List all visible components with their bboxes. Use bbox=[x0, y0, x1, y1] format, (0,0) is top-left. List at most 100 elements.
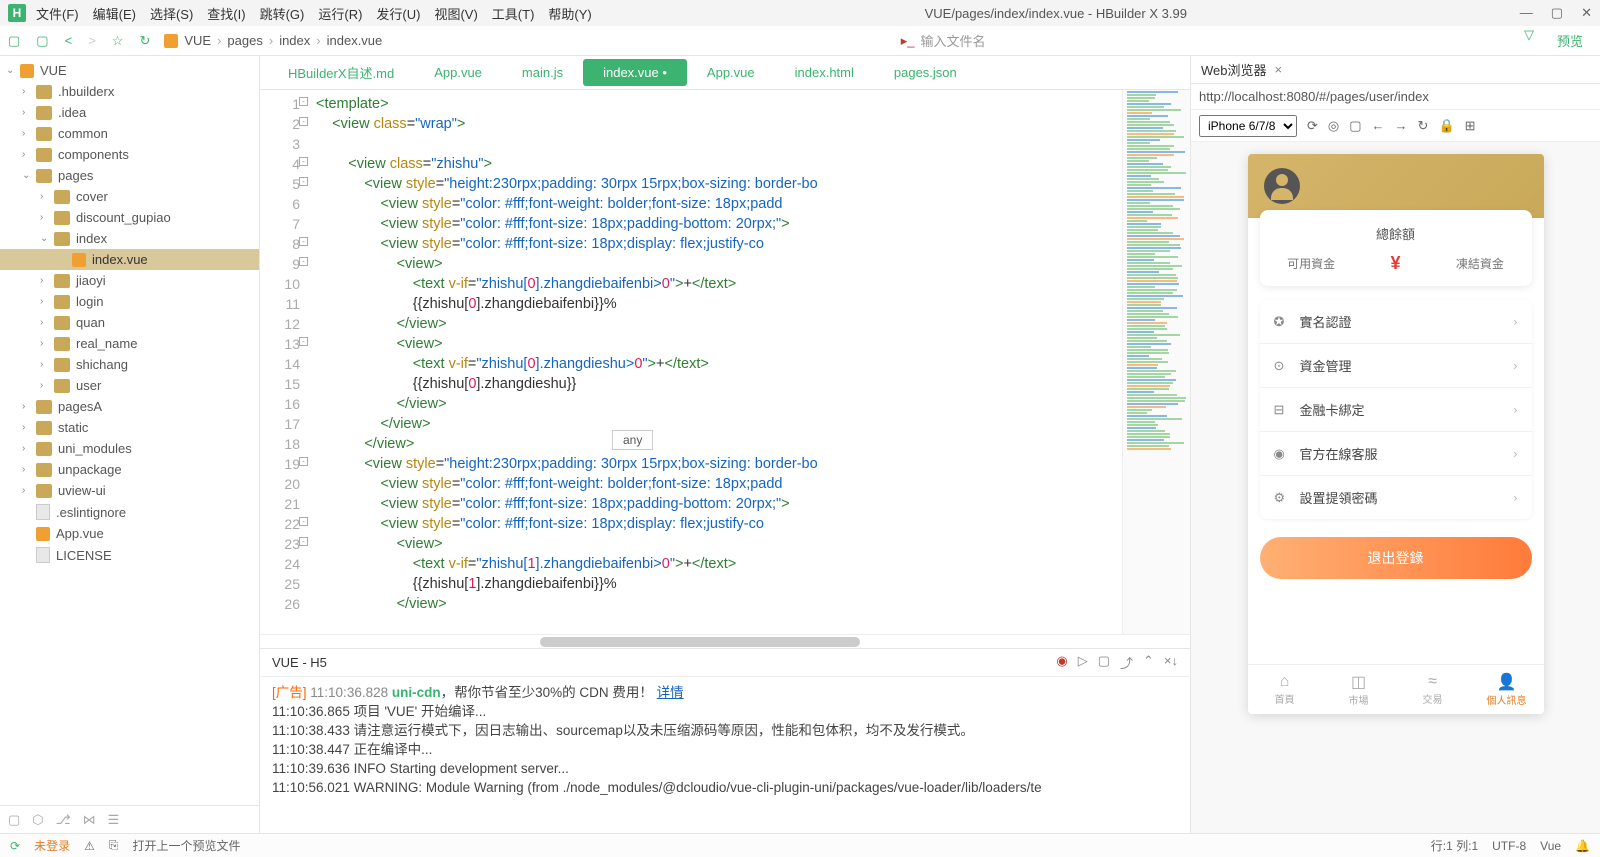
logout-button[interactable]: 退出登錄 bbox=[1260, 537, 1532, 579]
code-editor[interactable]: <template> <view class="wrap"> <view cla… bbox=[306, 90, 1122, 634]
tree-item-jiaoyi[interactable]: ›jiaoyi bbox=[0, 270, 259, 291]
tree-item-static[interactable]: ›static bbox=[0, 417, 259, 438]
user-menu-item[interactable]: ⚙設置提領密碼› bbox=[1260, 476, 1532, 519]
tree-item-.idea[interactable]: ›.idea bbox=[0, 102, 259, 123]
refresh-icon[interactable]: ↻ bbox=[139, 33, 150, 49]
export-icon[interactable]: ⤴ bbox=[1120, 653, 1133, 672]
sync-icon[interactable]: ⟳ bbox=[10, 839, 20, 853]
menu-item[interactable]: 编辑(E) bbox=[93, 4, 136, 23]
link-icon[interactable]: ⋈ bbox=[83, 812, 96, 828]
encoding[interactable]: UTF-8 bbox=[1492, 839, 1526, 853]
tree-item-pagesA[interactable]: ›pagesA bbox=[0, 396, 259, 417]
tabbar-item[interactable]: ◫市場 bbox=[1322, 665, 1396, 714]
tree-item-components[interactable]: ›components bbox=[0, 144, 259, 165]
reload-icon[interactable]: ↻ bbox=[1418, 118, 1429, 134]
menu-item[interactable]: 视图(V) bbox=[434, 4, 477, 23]
close-console-icon[interactable]: ×↓ bbox=[1164, 653, 1178, 672]
ad-link[interactable]: 详情 bbox=[657, 685, 684, 700]
forward-icon[interactable]: → bbox=[1395, 118, 1408, 133]
horizontal-scrollbar[interactable] bbox=[260, 634, 1190, 648]
preview-button[interactable]: 预览 bbox=[1548, 27, 1592, 54]
tree-item-quan[interactable]: ›quan bbox=[0, 312, 259, 333]
git-icon[interactable]: ⎇ bbox=[56, 812, 71, 828]
user-menu-item[interactable]: ⊙資金管理› bbox=[1260, 344, 1532, 388]
clear-icon[interactable]: ▢ bbox=[1098, 653, 1110, 672]
tree-item-discount_gupiao[interactable]: ›discount_gupiao bbox=[0, 207, 259, 228]
tabbar-item[interactable]: 👤個人訊息 bbox=[1470, 665, 1544, 714]
tree-item-.hbuilderx[interactable]: ›.hbuilderx bbox=[0, 81, 259, 102]
tree-item-index.vue[interactable]: index.vue bbox=[0, 249, 259, 270]
tree-item-user[interactable]: ›user bbox=[0, 375, 259, 396]
back-icon[interactable]: < bbox=[65, 33, 73, 48]
menu-item[interactable]: 查找(I) bbox=[207, 4, 245, 23]
tabbar-item[interactable]: ≈交易 bbox=[1396, 665, 1470, 714]
tree-item-common[interactable]: ›common bbox=[0, 123, 259, 144]
avatar-icon[interactable] bbox=[1264, 168, 1300, 204]
tree-item-App.vue[interactable]: App.vue bbox=[0, 523, 259, 544]
close-icon[interactable]: ✕ bbox=[1581, 5, 1592, 21]
preview-tab-label[interactable]: Web浏览器 bbox=[1201, 60, 1267, 79]
tree-item-index[interactable]: ⌄index bbox=[0, 228, 259, 249]
menu-item[interactable]: 运行(R) bbox=[318, 4, 362, 23]
filter-icon[interactable]: ▽ bbox=[1524, 27, 1534, 54]
back-icon[interactable]: ← bbox=[1372, 118, 1385, 133]
tree-item-pages[interactable]: ⌄pages bbox=[0, 165, 259, 186]
minimap[interactable] bbox=[1122, 90, 1190, 634]
close-preview-icon[interactable]: × bbox=[1275, 62, 1283, 77]
tree-item-uview-ui[interactable]: ›uview-ui bbox=[0, 480, 259, 501]
tree-item-uni_modules[interactable]: ›uni_modules bbox=[0, 438, 259, 459]
tree-item-shichang[interactable]: ›shichang bbox=[0, 354, 259, 375]
bell-icon[interactable]: 🔔 bbox=[1575, 839, 1590, 853]
new-file-icon[interactable]: ▢ bbox=[8, 33, 20, 49]
tabbar-item[interactable]: ⌂首頁 bbox=[1248, 665, 1322, 714]
maximize-icon[interactable]: ▢ bbox=[1551, 5, 1563, 21]
bug-icon[interactable]: ⬡ bbox=[32, 812, 43, 828]
tree-item-unpackage[interactable]: ›unpackage bbox=[0, 459, 259, 480]
star-icon[interactable]: ☆ bbox=[112, 33, 124, 49]
collapse-icon[interactable]: ⌃ bbox=[1143, 653, 1154, 672]
device-select[interactable]: iPhone 6/7/8 bbox=[1199, 115, 1297, 137]
save-icon[interactable]: ▢ bbox=[36, 33, 48, 49]
qr-icon[interactable]: ⊞ bbox=[1465, 118, 1476, 134]
box-icon[interactable]: ▢ bbox=[8, 812, 20, 828]
language-mode[interactable]: Vue bbox=[1540, 839, 1561, 853]
tab-main.js[interactable]: main.js bbox=[502, 59, 583, 86]
tree-item-real_name[interactable]: ›real_name bbox=[0, 333, 259, 354]
menu-item[interactable]: 文件(F) bbox=[36, 4, 79, 23]
tree-item-.eslintignore[interactable]: .eslintignore bbox=[0, 501, 259, 523]
warn-icon[interactable]: ⚠ bbox=[84, 839, 95, 853]
menu-item[interactable]: 工具(T) bbox=[492, 4, 535, 23]
tree-item-login[interactable]: ›login bbox=[0, 291, 259, 312]
menu-item[interactable]: 选择(S) bbox=[150, 4, 193, 23]
user-menu-item[interactable]: ✪實名認證› bbox=[1260, 300, 1532, 344]
tab-index.html[interactable]: index.html bbox=[775, 59, 874, 86]
user-menu-item[interactable]: ◉官方在線客服› bbox=[1260, 432, 1532, 476]
project-root[interactable]: ⌄ VUE bbox=[0, 60, 259, 81]
tab-HBuilderX自述.md[interactable]: HBuilderX自述.md bbox=[268, 57, 414, 88]
screenshot-icon[interactable]: ▢ bbox=[1349, 118, 1361, 134]
tab-pages.json[interactable]: pages.json bbox=[874, 59, 977, 86]
lock-icon[interactable]: 🔒 bbox=[1438, 118, 1454, 134]
forward-icon[interactable]: > bbox=[88, 33, 96, 48]
play-icon[interactable]: ▷ bbox=[1078, 653, 1088, 672]
console-output[interactable]: [广告] 11:10:36.828 uni-cdn，帮你节省至少30%的 CDN… bbox=[260, 677, 1190, 833]
tree-item-cover[interactable]: ›cover bbox=[0, 186, 259, 207]
rotate-icon[interactable]: ⟳ bbox=[1307, 118, 1318, 134]
stop-icon[interactable]: ◉ bbox=[1056, 653, 1067, 672]
more-icon[interactable]: ☰ bbox=[108, 812, 120, 828]
user-menu-item[interactable]: ⊟金融卡綁定› bbox=[1260, 388, 1532, 432]
preview-hint-icon[interactable]: ⎘ bbox=[109, 838, 119, 853]
tree-item-LICENSE[interactable]: LICENSE bbox=[0, 544, 259, 566]
tab-App.vue[interactable]: App.vue bbox=[414, 59, 502, 86]
target-icon[interactable]: ◎ bbox=[1328, 118, 1339, 134]
login-status[interactable]: 未登录 bbox=[34, 837, 70, 854]
preview-url[interactable]: http://localhost:8080/#/pages/user/index bbox=[1191, 84, 1600, 110]
tab-index.vue[interactable]: index.vue • bbox=[583, 59, 687, 86]
minimize-icon[interactable]: — bbox=[1520, 5, 1533, 21]
tab-App.vue[interactable]: App.vue bbox=[687, 59, 775, 86]
menu-item[interactable]: 发行(U) bbox=[376, 4, 420, 23]
breadcrumb[interactable]: VUE›pages›index›index.vue bbox=[164, 33, 382, 48]
menu-item[interactable]: 帮助(Y) bbox=[548, 4, 591, 23]
menu-item[interactable]: 跳转(G) bbox=[260, 4, 305, 23]
file-search[interactable]: ▸_ 输入文件名 bbox=[901, 31, 986, 50]
